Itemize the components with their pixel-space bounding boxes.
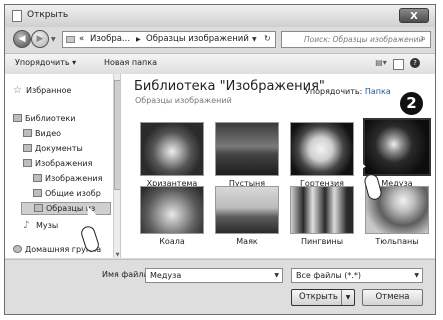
filter-dropdown-icon[interactable]: ▼ [414,272,419,279]
open-button[interactable]: Открыть ▼ [291,289,355,306]
star-icon: ☆ [13,85,22,96]
library-title: Библиотека "Изображения" [134,79,325,94]
help-icon[interactable]: ? [410,58,420,68]
sidebar-item-sample-pictures[interactable]: Образцы из [21,202,111,215]
new-folder-button[interactable]: Новая папка [104,58,157,67]
sidebar-item-public-pictures[interactable]: Общие изобр [33,189,101,198]
sidebar-item-music[interactable]: ♪ Музы [23,220,58,231]
video-icon [23,129,32,137]
search-input[interactable]: Поиск: Образцы изображений ⌕ [281,31,431,48]
forward-button[interactable]: ▶ [31,30,49,48]
thumbnail-desert[interactable] [215,122,279,176]
breadcrumb-images[interactable]: Изобра... [90,34,130,44]
organize-menu[interactable]: Упорядочить ▾ [15,58,76,67]
address-overflow[interactable]: « [79,34,84,44]
sidebar-item-my-pictures[interactable]: Изображения [33,174,102,183]
thumbnail-hydrangeas[interactable] [290,122,354,176]
music-note-icon: ♪ [23,220,30,231]
thumbnail-label: Тюльпаны [375,237,419,246]
address-bar[interactable]: « Изобра... ▶ Образцы изображений ▼ ↻ [62,31,276,48]
filename-dropdown-icon[interactable]: ▼ [274,272,279,279]
arrange-by[interactable]: Упорядочить: Папка [305,87,391,96]
back-button[interactable]: ◀ [13,30,31,48]
folder-icon [66,36,75,43]
thumbnail-lighthouse[interactable] [215,186,279,234]
filename-field[interactable]: Медуза ▼ [145,268,283,283]
breadcrumb-separator-icon[interactable]: ▶ [136,36,141,43]
address-dropdown-icon[interactable]: ▼ [252,36,257,43]
sidebar-item-pictures[interactable]: Изображения [23,159,92,168]
arrange-by-value[interactable]: Папка [365,87,391,96]
thumbnail-label: Коала [159,237,185,246]
folder-icon [33,174,42,182]
document-icon [12,10,22,22]
breadcrumb-sample-pictures[interactable]: Образцы изображений [146,34,249,44]
sidebar-item-video[interactable]: Видео [23,129,61,138]
scroll-down-arrow-icon[interactable]: ▼ [114,252,120,258]
view-options-icon[interactable]: ▤▾ [375,58,387,68]
window-title: Открыть [27,10,69,20]
dialog-footer: Имя файла: Медуза ▼ Все файлы (*.*) ▼ От… [5,259,435,314]
sidebar-scrollbar-thumb[interactable] [114,80,120,190]
sidebar-scrollbar[interactable]: ▼ [113,74,120,258]
file-type-filter[interactable]: Все файлы (*.*) ▼ [291,268,423,283]
thumbnail-chrysanthemum[interactable] [140,122,204,176]
documents-icon [23,144,32,152]
sidebar-item-favorites[interactable]: ☆ Избранное [13,85,71,96]
thumbnail-penguins[interactable] [290,186,354,234]
thumbnail-jellyfish[interactable] [363,118,431,176]
refresh-icon[interactable]: ↻ [264,34,271,43]
open-file-dialog: Открыть X ◀ ▶ ▼ « Изобра... ▶ Образцы из… [4,4,436,315]
thumbnail-koala[interactable] [140,186,204,234]
preview-pane-icon[interactable] [393,59,404,70]
open-options-dropdown-icon[interactable]: ▼ [341,290,354,305]
sidebar-item-libraries[interactable]: Библиотеки [13,114,75,123]
folder-icon [33,189,42,197]
search-icon: ⌕ [420,34,426,44]
title-bar: Открыть X [5,5,435,27]
command-toolbar: Упорядочить ▾ Новая папка ▤▾ ? [5,53,435,75]
file-list-pane: Библиотека "Изображения" Образцы изображ… [121,74,435,258]
folder-icon [34,204,43,212]
libraries-icon [13,114,22,122]
thumbnail-label: Пингвины [300,237,344,246]
sidebar-item-documents[interactable]: Документы [23,144,83,153]
navigation-pane: ☆ Избранное Библиотеки Видео Документы Из… [5,74,121,258]
step-number-badge: 2 [398,90,425,117]
thumbnail-label: Маяк [236,237,258,246]
library-subtitle: Образцы изображений [135,96,232,105]
homegroup-icon [13,245,22,253]
pictures-icon [23,159,32,167]
navigation-bar: ◀ ▶ ▼ « Изобра... ▶ Образцы изображений … [5,27,435,53]
search-placeholder: Поиск: Образцы изображений [304,35,424,44]
cancel-button[interactable]: Отмена [362,289,423,306]
recent-pages-dropdown-icon[interactable]: ▼ [51,36,56,43]
filename-label: Имя файла: [102,270,152,279]
close-button[interactable]: X [399,8,429,23]
